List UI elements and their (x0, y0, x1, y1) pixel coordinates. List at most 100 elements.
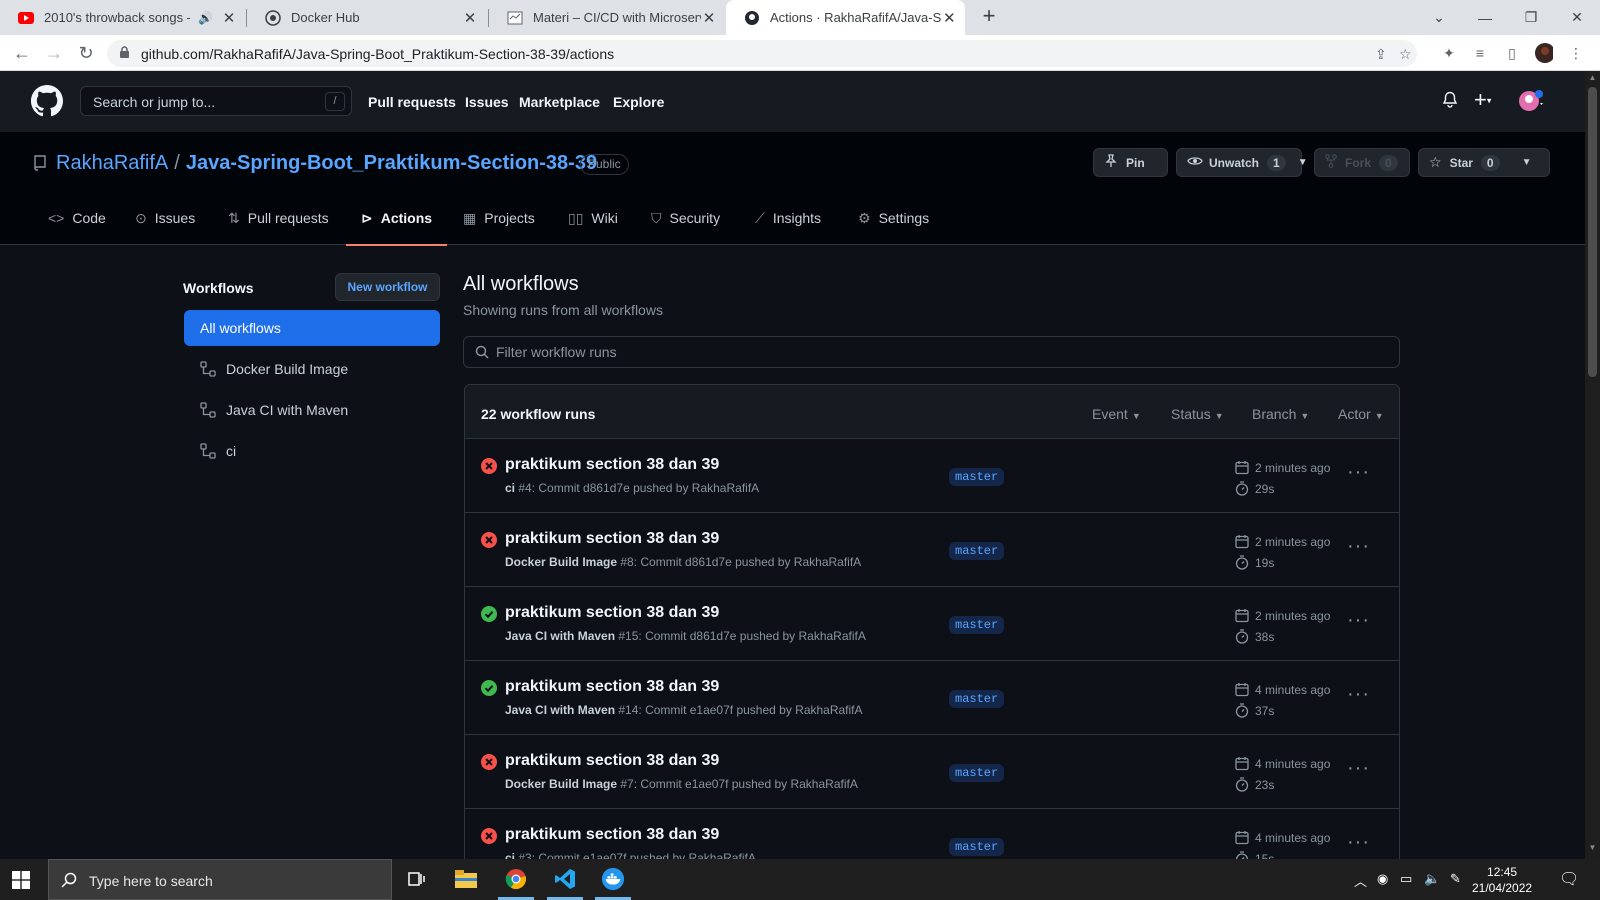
lock-icon[interactable] (119, 46, 130, 64)
reload-icon[interactable]: ↻ (75, 42, 97, 64)
side-panel-icon[interactable]: ▯ (1503, 44, 1521, 62)
more-options-icon[interactable]: ··· (1347, 757, 1370, 780)
new-workflow-button[interactable]: New workflow (335, 273, 440, 301)
browser-tab-docker-hub[interactable]: Docker Hub ✕ (247, 0, 487, 35)
tab-search-icon[interactable]: ⌄ (1416, 0, 1462, 35)
filter-runs-input[interactable] (496, 342, 1376, 362)
restore-button[interactable]: ❐ (1508, 0, 1554, 35)
repo-owner-link[interactable]: RakhaRafifA (56, 152, 168, 174)
nav-pull-requests[interactable]: Pull requests (368, 94, 456, 110)
workflow-run-row[interactable]: praktikum section 38 dan 39 Docker Build… (465, 513, 1399, 587)
run-title-link[interactable]: praktikum section 38 dan 39 (505, 604, 719, 622)
tab-pull-requests[interactable]: ⇅ Pull requests (228, 210, 329, 246)
workflow-run-row[interactable]: praktikum section 38 dan 39 Java CI with… (465, 587, 1399, 661)
close-tab-icon[interactable]: ✕ (701, 9, 717, 27)
notification-bell-icon[interactable] (1442, 91, 1458, 113)
close-tab-icon[interactable]: ✕ (221, 9, 237, 27)
tab-insights[interactable]: ⟋ Insights (755, 210, 821, 246)
run-title-link[interactable]: praktikum section 38 dan 39 (505, 456, 719, 474)
tab-issues[interactable]: ⊙ Issues (135, 210, 195, 246)
page-scrollbar[interactable]: ▲ ▼ (1585, 71, 1600, 859)
sidebar-item-docker-build-image[interactable]: Docker Build Image (184, 351, 440, 387)
speaker-icon[interactable]: 🔊 (198, 11, 213, 25)
workflow-run-row[interactable]: praktikum section 38 dan 39 ci #4: Commi… (465, 439, 1399, 513)
docker-desktop-icon[interactable] (595, 867, 631, 900)
share-icon[interactable]: ⇪ (1375, 46, 1387, 63)
github-search-input[interactable]: Search or jump to... / (80, 86, 352, 116)
sidebar-item-java-ci-with-maven[interactable]: Java CI with Maven (184, 392, 440, 428)
extensions-icon[interactable]: ✦ (1440, 44, 1458, 62)
create-new-plus-icon[interactable]: +▾ (1474, 87, 1491, 113)
tab-projects[interactable]: ▦ Projects (463, 210, 535, 246)
fork-button[interactable]: Fork 0 (1314, 148, 1410, 177)
chrome-menu-icon[interactable]: ⋮ (1567, 44, 1585, 62)
scroll-up-arrow-icon[interactable]: ▲ (1588, 73, 1597, 82)
branch-label[interactable]: master (949, 764, 1005, 782)
branch-label[interactable]: master (949, 690, 1005, 708)
run-title-link[interactable]: praktikum section 38 dan 39 (505, 826, 719, 844)
more-options-icon[interactable]: ··· (1347, 461, 1370, 484)
notifications-icon[interactable]: 🗨 (1559, 869, 1579, 889)
profile-avatar[interactable] (1535, 43, 1553, 63)
camera-icon[interactable]: ◉ (1377, 871, 1388, 887)
system-clock[interactable]: 12:45 21/04/2022 (1472, 864, 1532, 896)
close-window-button[interactable]: ✕ (1554, 0, 1600, 35)
more-options-icon[interactable]: ··· (1347, 535, 1370, 558)
chevron-down-icon[interactable]: ▼ (1522, 157, 1532, 168)
run-title-link[interactable]: praktikum section 38 dan 39 (505, 530, 719, 548)
nav-issues[interactable]: Issues (465, 94, 509, 110)
browser-tab-actions[interactable]: Actions · RakhaRafifA/Java-Spring ✕ (726, 0, 965, 35)
taskbar-search-box[interactable]: Type here to search (48, 859, 392, 900)
run-title-link[interactable]: praktikum section 38 dan 39 (505, 678, 719, 696)
github-logo-icon[interactable] (31, 85, 63, 122)
branch-label[interactable]: master (949, 838, 1005, 856)
event-filter-dropdown[interactable]: Event ▼ (1092, 406, 1141, 422)
branch-filter-dropdown[interactable]: Branch ▼ (1252, 406, 1309, 422)
star-button[interactable]: ☆ Star 0 ▼ (1418, 148, 1550, 177)
actor-filter-dropdown[interactable]: Actor ▼ (1338, 406, 1384, 422)
nav-marketplace[interactable]: Marketplace (519, 94, 600, 110)
workflow-run-row[interactable]: praktikum section 38 dan 39 Java CI with… (465, 661, 1399, 735)
status-filter-dropdown[interactable]: Status ▼ (1171, 406, 1224, 422)
workflow-run-row[interactable]: praktikum section 38 dan 39 ci #3: Commi… (465, 809, 1399, 863)
scroll-down-arrow-icon[interactable]: ▼ (1588, 843, 1597, 852)
volume-icon[interactable]: 🔈 (1424, 871, 1440, 887)
media-control-icon[interactable]: ≡ (1471, 44, 1489, 62)
pin-button[interactable]: Pin (1093, 148, 1168, 177)
more-options-icon[interactable]: ··· (1347, 831, 1370, 854)
address-bar[interactable]: github.com/RakhaRafifA/Java-Spring-Boot_… (107, 40, 1417, 67)
tab-security[interactable]: ⛉ Security (651, 210, 720, 246)
tab-actions[interactable]: ⊳ Actions (346, 210, 447, 246)
run-title-link[interactable]: praktikum section 38 dan 39 (505, 752, 719, 770)
show-hidden-icons-icon[interactable]: ︿ (1354, 871, 1367, 890)
more-options-icon[interactable]: ··· (1347, 683, 1370, 706)
network-icon[interactable]: ▭ (1400, 871, 1412, 887)
minimize-button[interactable]: — (1462, 0, 1508, 35)
close-tab-icon[interactable]: ✕ (942, 9, 957, 27)
file-explorer-icon[interactable] (454, 867, 478, 891)
bookmark-star-icon[interactable]: ☆ (1399, 46, 1412, 63)
workflow-run-row[interactable]: praktikum section 38 dan 39 Docker Build… (465, 735, 1399, 809)
unwatch-button[interactable]: Unwatch 1 ▼ (1176, 148, 1308, 177)
browser-tab-youtube[interactable]: 2010's throwback songs - So 🔊 ✕ (0, 0, 245, 35)
branch-label[interactable]: master (949, 542, 1005, 560)
sidebar-item-ci[interactable]: ci (184, 433, 440, 469)
scrollbar-thumb[interactable] (1588, 87, 1597, 377)
tab-code[interactable]: <> Code (48, 210, 106, 246)
sidebar-item-all-workflows[interactable]: All workflows (184, 310, 440, 346)
branch-label[interactable]: master (949, 616, 1005, 634)
vscode-icon[interactable] (547, 867, 583, 900)
nav-explore[interactable]: Explore (613, 94, 664, 110)
chrome-icon[interactable] (498, 867, 534, 900)
task-view-icon[interactable] (404, 867, 428, 891)
more-options-icon[interactable]: ··· (1347, 609, 1370, 632)
windows-start-icon[interactable] (12, 871, 30, 894)
repo-name-link[interactable]: Java-Spring-Boot_Praktikum-Section-38-39 (186, 152, 597, 174)
close-tab-icon[interactable]: ✕ (461, 9, 479, 27)
new-tab-button[interactable]: + (975, 3, 1003, 29)
pen-icon[interactable]: ✎ (1450, 871, 1461, 887)
forward-icon[interactable]: → (43, 42, 65, 64)
user-avatar[interactable] (1518, 89, 1544, 116)
browser-tab-materi[interactable]: Materi – CI/CD with Microservice ✕ (489, 0, 725, 35)
tab-settings[interactable]: ⚙ Settings (858, 210, 929, 246)
